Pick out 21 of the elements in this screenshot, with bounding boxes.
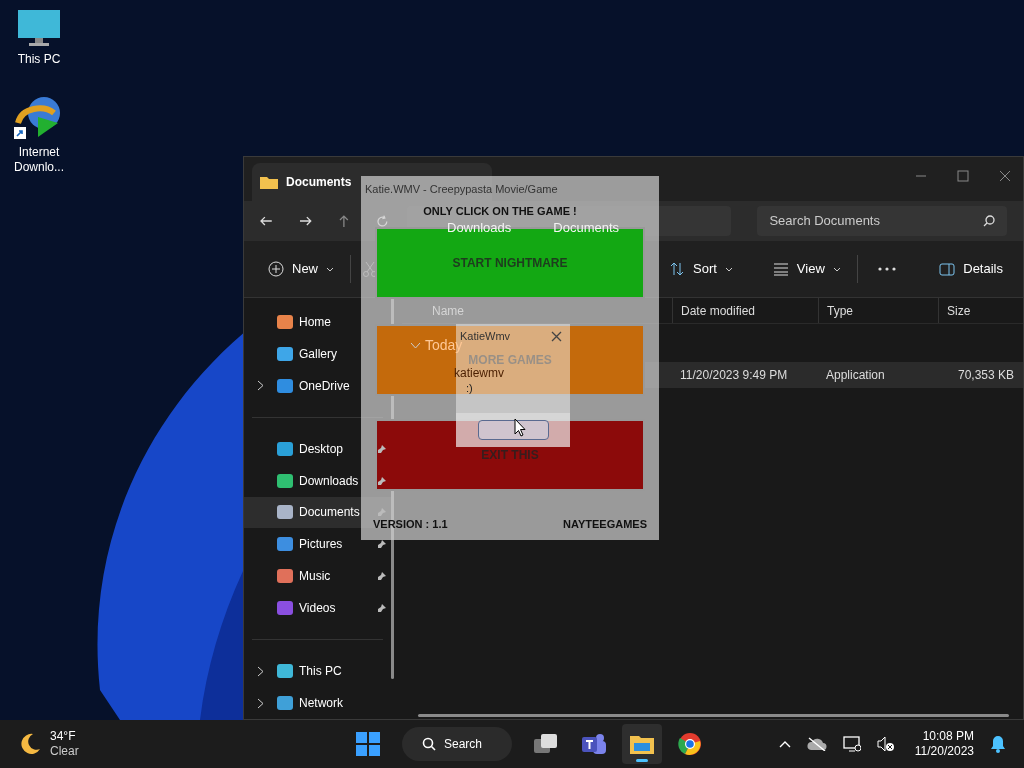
search-placeholder: Search Documents [769,212,880,231]
tab-title: Documents [286,174,352,191]
size-cell-text: 70,353 KB [957,367,1014,384]
type-cell: Application [826,368,885,382]
sidebar-label: OneDrive [299,377,351,395]
game-heading: ONLY CLICK ON THE GAME ! [423,204,577,217]
sidebar-label: Music [299,568,332,586]
sidebar-label: Documents [299,504,361,522]
sidebar-label: Desktop [299,440,345,458]
taskbar-search-label: Search [444,736,483,753]
sidebar-label: Gallery [299,345,338,363]
game-window-title: Katie.WMV - Creepypasta Movie/Game [365,182,559,197]
dialog-title: KatieWmv [460,328,511,342]
date-cell: 11/20/2023 9:49 PM [680,368,788,382]
sidebar-label: Pictures [299,536,344,554]
sidebar-label: Network [299,695,344,712]
sidebar-label: This PC [299,663,343,681]
sidebar-label: Home [299,313,332,331]
sidebar-label: Videos [299,600,337,618]
sidebar-label: Downloads [299,472,360,490]
brand-label: NAYTEEGAMES [563,516,647,532]
